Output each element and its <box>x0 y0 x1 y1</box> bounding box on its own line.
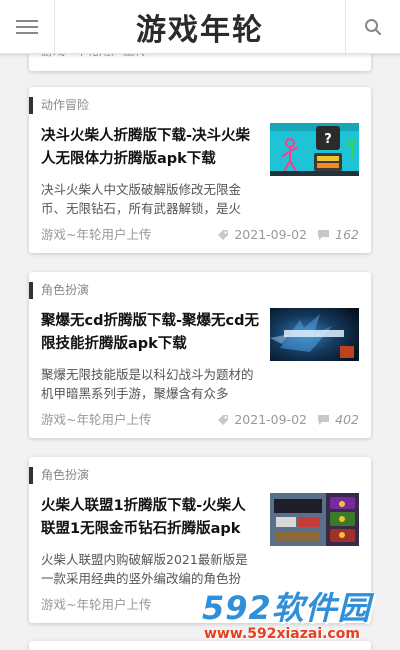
category-label[interactable]: 角色扮演 <box>29 282 89 299</box>
menu-button[interactable] <box>0 0 55 54</box>
date-field: 2021-09-02 <box>217 411 307 429</box>
comments-field[interactable]: 162 <box>317 226 359 244</box>
stickman-game-thumbnail: ? <box>270 123 359 176</box>
comment-icon <box>318 230 330 240</box>
article-thumbnail[interactable]: ? <box>270 123 359 176</box>
article-card[interactable]: 动作冒险 决斗火柴人折腾版下载-决斗火柴人无限体力折腾版apk下载 ? 决斗火柴… <box>29 87 371 253</box>
author-label: 游戏~年轮用户上传 <box>41 227 152 242</box>
site-watermark: 592软件园 www.592xiazai.com <box>190 575 400 650</box>
comments-field[interactable]: 402 <box>317 411 359 429</box>
card-meta: 游戏~年轮用户上传 2021-09-02 402 <box>41 411 359 429</box>
site-logo[interactable]: 游戏年轮 <box>55 0 345 54</box>
hamburger-menu-icon <box>16 20 38 34</box>
article-excerpt: 聚爆无限技能版是以科幻战斗为题材的机甲暗黑系列手游，聚爆含有众多 <box>41 367 254 401</box>
article-title[interactable]: 火柴人联盟1折腾版下载-火柴人联盟1无限金币钻石折腾版apk <box>41 495 259 541</box>
watermark-url: www.592xiazai.com <box>204 626 360 642</box>
date-label: 2021-09-02 <box>234 227 307 242</box>
svg-text:?: ? <box>324 132 332 147</box>
author-label: 游戏~年轮用户上传 <box>41 412 152 427</box>
implosion-game-thumbnail <box>270 308 359 361</box>
article-thumbnail[interactable] <box>270 308 359 361</box>
tag-icon <box>218 415 229 425</box>
article-title[interactable]: 聚爆无cd折腾版下载-聚爆无cd无限技能折腾版apk下载 <box>41 310 259 356</box>
comment-count: 402 <box>335 412 359 427</box>
tag-icon <box>218 230 229 240</box>
article-thumbnail[interactable] <box>270 493 359 546</box>
comment-count: 162 <box>335 227 359 242</box>
category-label[interactable]: 动作冒险 <box>29 97 89 114</box>
article-card[interactable]: 角色扮演 聚爆无cd折腾版下载-聚爆无cd无限技能折腾版apk下载 聚爆无限技能… <box>29 272 371 438</box>
stickman-league-thumbnail <box>270 493 359 546</box>
watermark-brand: 592软件园 <box>202 589 371 627</box>
search-icon <box>365 19 382 36</box>
search-button[interactable] <box>345 0 400 54</box>
card-meta: 游戏~年轮用户上传 2021-09-02 162 <box>41 226 359 244</box>
top-header: 游戏年轮 <box>0 0 400 54</box>
date-label: 2021-09-02 <box>234 412 307 427</box>
author-label: 游戏~年轮用户上传 <box>41 597 152 612</box>
comment-icon <box>318 415 330 425</box>
article-title[interactable]: 决斗火柴人折腾版下载-决斗火柴人无限体力折腾版apk下载 <box>41 125 259 171</box>
date-field: 2021-09-02 <box>217 226 307 244</box>
category-label[interactable]: 角色扮演 <box>29 467 89 484</box>
article-excerpt: 决斗火柴人中文版破解版修改无限金币、无限钻石，所有武器解锁，是火 <box>41 182 242 216</box>
